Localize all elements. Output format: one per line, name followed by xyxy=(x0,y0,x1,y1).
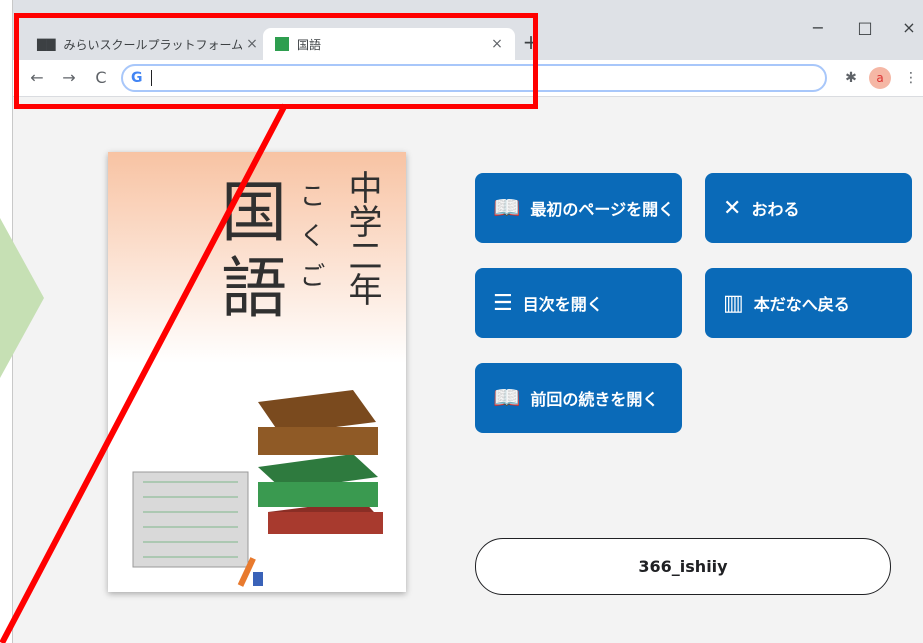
toolbar-highlight-box xyxy=(14,13,538,109)
